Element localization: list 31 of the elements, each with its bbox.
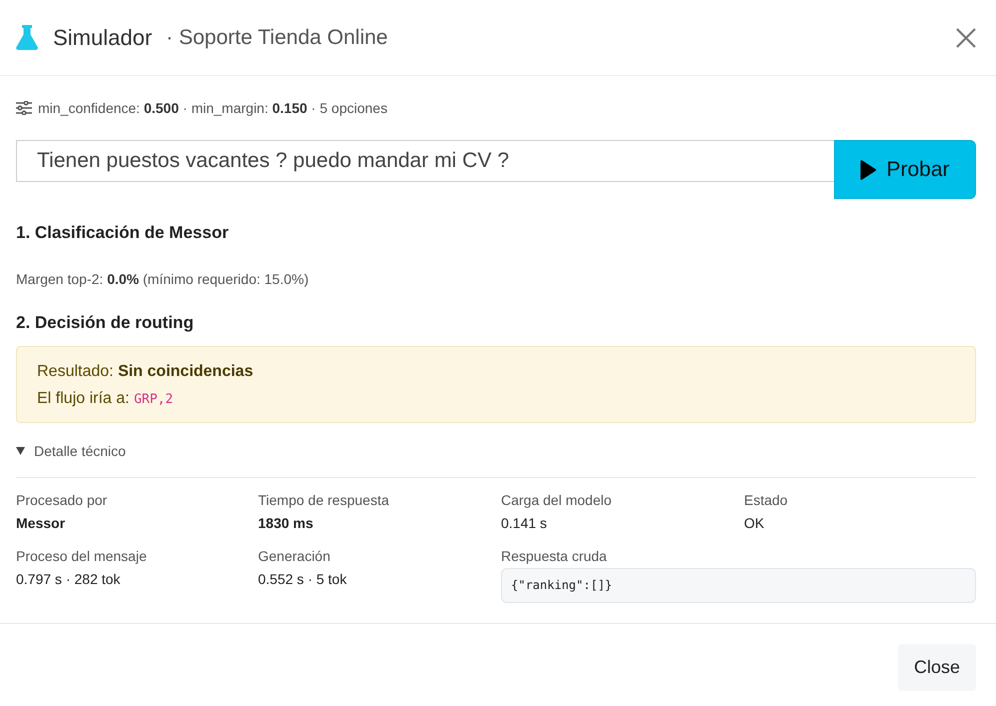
field-value: 0.552 s · 5 tok [258, 570, 348, 589]
caret-icon [16, 447, 25, 455]
field-label: Estado [744, 491, 789, 510]
field-value: 0.141 s [501, 514, 548, 533]
flask-icon [16, 25, 38, 50]
section-heading: 2. Decisión de routing [16, 312, 195, 334]
section-heading: 1. Clasificación de Messor [16, 222, 230, 244]
field-value: 0.797 s · 282 tok [16, 570, 122, 589]
field-label: Tiempo de respuesta [258, 491, 390, 510]
raw-response-code: {"ranking":[]} [501, 568, 976, 603]
field-label: Carga del modelo [501, 491, 613, 510]
dialog-subtitle: · Soporte Tienda Online [166, 26, 388, 50]
flow-text: El flujo iría a: GRP,2 [37, 389, 174, 409]
run-button[interactable]: Probar [834, 140, 976, 199]
details-toggle[interactable]: Detalle técnico [16, 441, 126, 461]
close-button[interactable]: Close [898, 644, 976, 691]
margin-text: Margen top-2: 0.0% (mínimo requerido: 15.0%) [16, 270, 310, 289]
play-icon [860, 160, 876, 180]
sliders-icon [16, 101, 32, 115]
field-value: Messor [16, 514, 66, 533]
field-label: Procesado por [16, 491, 108, 510]
close-icon[interactable] [956, 28, 976, 48]
result-text: Resultado: Sin coincidencias [37, 362, 254, 382]
field-label: Respuesta cruda [501, 547, 608, 566]
field-label: Generación [258, 547, 332, 566]
field-value: OK [744, 514, 766, 533]
dialog-title: Simulador [53, 24, 152, 50]
field-label: Proceso del mensaje [16, 547, 148, 566]
field-value: 1830 ms [258, 514, 314, 533]
query-input[interactable]: Tienen puestos vacantes ? puedo mandar mi CV ? [16, 140, 834, 182]
params-text: min_confidence: 0.500 · min_margin: 0.150 · 5 opciones [38, 99, 388, 118]
